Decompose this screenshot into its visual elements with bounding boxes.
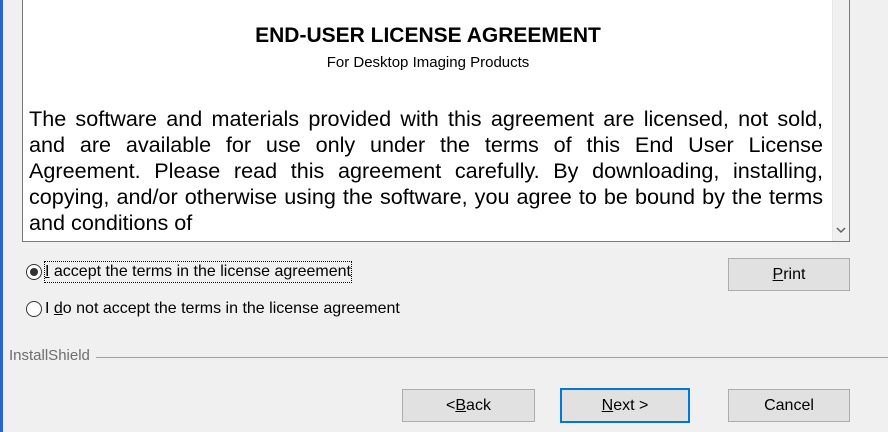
accept-radio-button[interactable]: [26, 264, 42, 280]
installshield-brand: InstallShield: [9, 347, 96, 364]
vertical-scrollbar[interactable]: [832, 0, 849, 241]
footer-separator: [9, 357, 888, 358]
accept-terms-option[interactable]: I accept the terms in the license agreem…: [26, 261, 352, 283]
window-border: [0, 0, 3, 432]
accept-terms-label[interactable]: I accept the terms in the license agreem…: [44, 261, 352, 283]
cancel-button[interactable]: Cancel: [728, 389, 850, 422]
license-title: END-USER LICENSE AGREEMENT: [255, 24, 601, 47]
print-button[interactable]: Print: [728, 258, 850, 291]
license-text-box[interactable]: END-USER LICENSE AGREEMENT For Desktop I…: [22, 0, 850, 242]
decline-radio-button[interactable]: [26, 301, 42, 317]
next-button[interactable]: Next >: [560, 388, 690, 423]
license-body-text: The software and materials provided with…: [29, 106, 823, 235]
back-button[interactable]: < Back: [402, 389, 535, 422]
chevron-down-icon[interactable]: [832, 222, 849, 239]
decline-terms-label[interactable]: I do not accept the terms in the license…: [45, 299, 400, 319]
decline-terms-option[interactable]: I do not accept the terms in the license…: [26, 299, 400, 319]
license-subtitle: For Desktop Imaging Products: [326, 54, 530, 71]
